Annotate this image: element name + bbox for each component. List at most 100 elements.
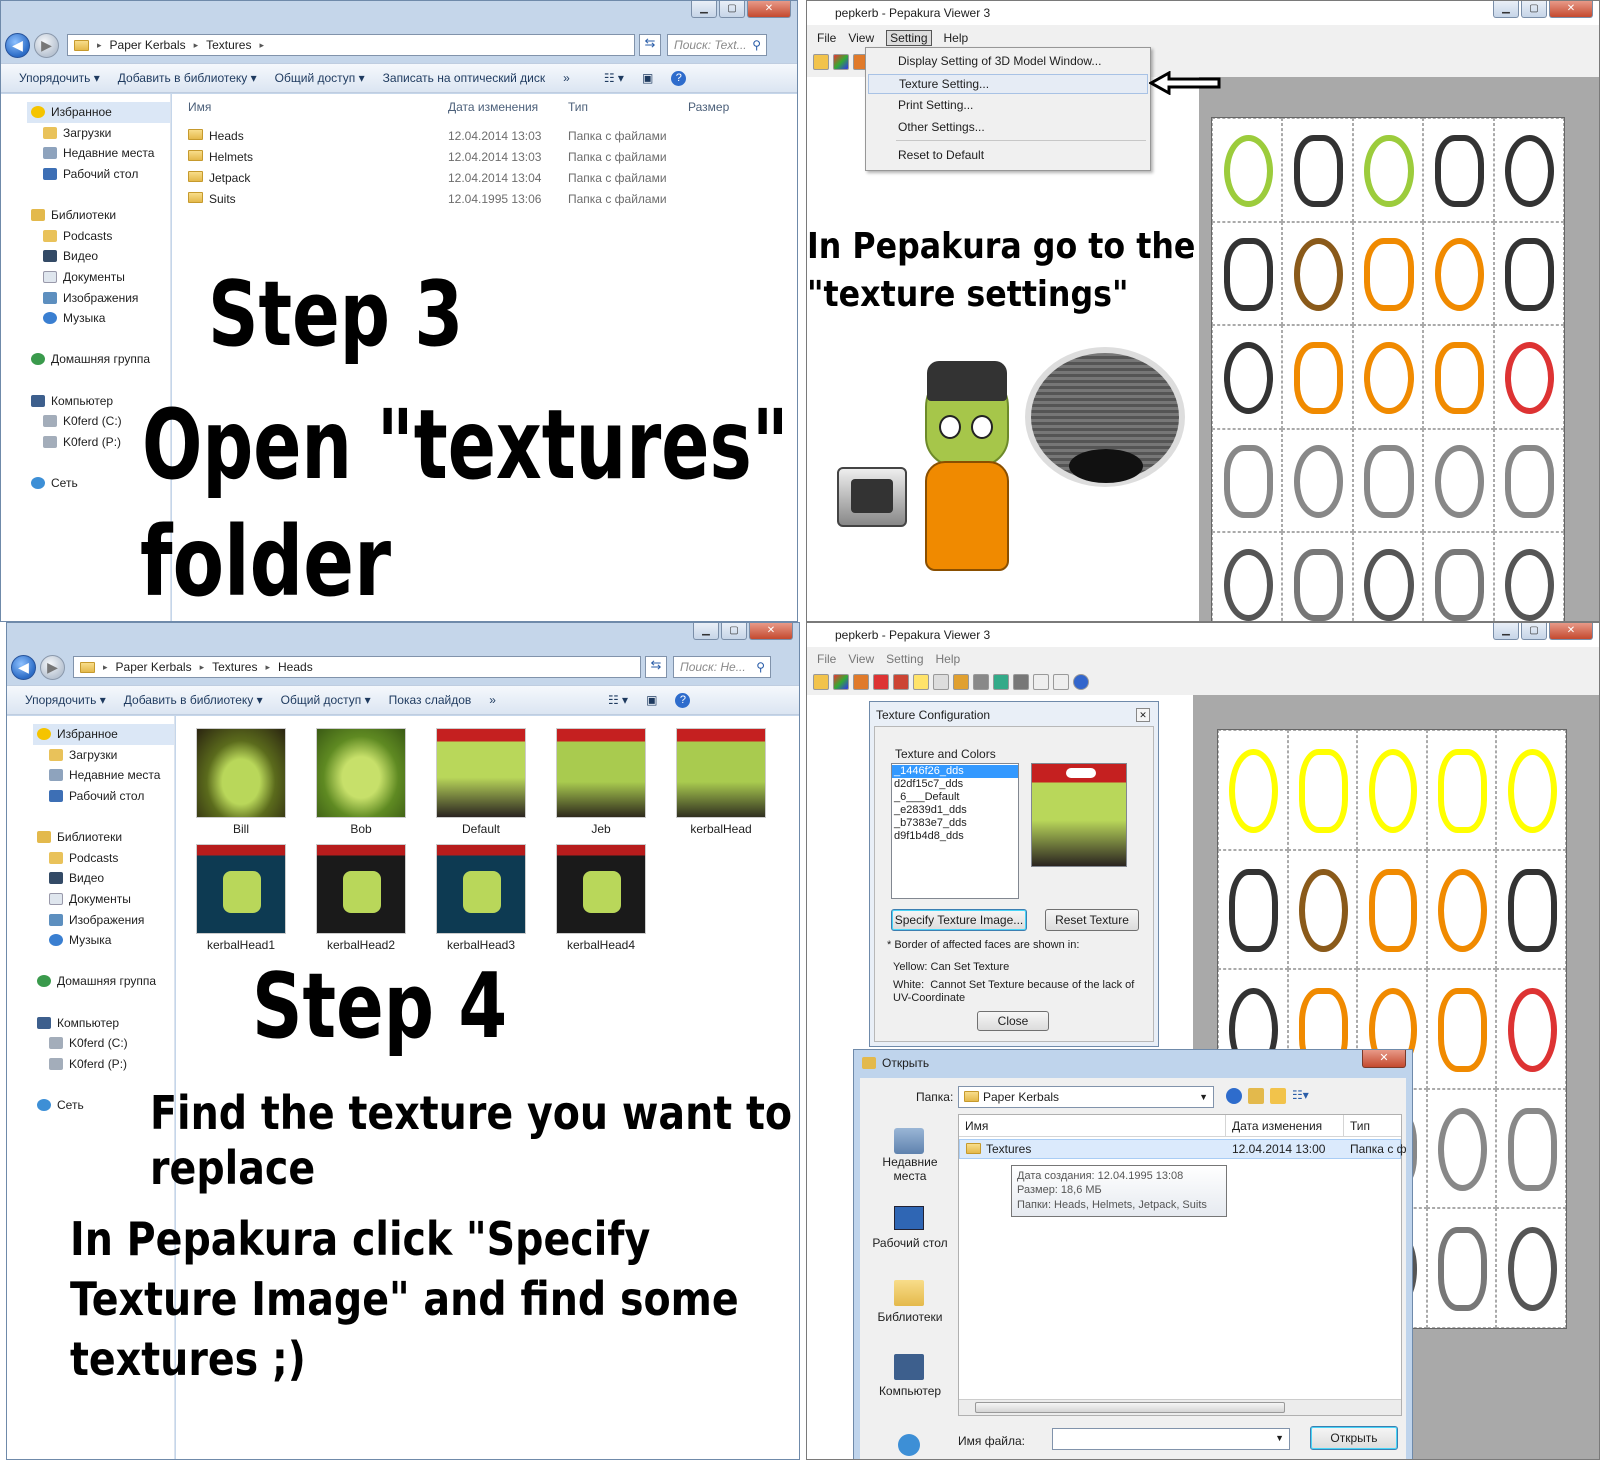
texture-thumbnail[interactable] [436, 728, 526, 818]
help-icon[interactable]: ? [675, 692, 691, 708]
network-icon[interactable] [898, 1434, 920, 1456]
place-desktop[interactable]: Рабочий стол [864, 1236, 956, 1250]
tool-icon[interactable] [853, 674, 869, 690]
texture-list-item[interactable]: d2df15c7_dds [892, 778, 1018, 791]
preview-pane-icon[interactable]: ▣ [646, 693, 657, 707]
menu-item-other-settings[interactable]: Other Settings... [898, 120, 985, 134]
menu-view[interactable]: View [848, 31, 874, 45]
minimize-button[interactable]: ▁ [1493, 1, 1519, 18]
add-to-library-button[interactable]: Добавить в библиотеку ▾ [124, 693, 263, 707]
nav-libraries[interactable]: Библиотеки [37, 827, 174, 848]
page-icon[interactable] [933, 674, 949, 690]
preview-pane-icon[interactable]: ▣ [642, 71, 653, 85]
nav-drive-p[interactable]: K0ferd (P:) [37, 1054, 174, 1075]
nav-libraries[interactable]: Библиотеки [31, 205, 170, 226]
close-button[interactable]: ✕ [1549, 1, 1593, 18]
menu-item-reset-default[interactable]: Reset to Default [898, 148, 984, 162]
computer-icon[interactable] [894, 1354, 924, 1380]
search-input[interactable]: Поиск: He... ⚲ [673, 656, 771, 678]
refresh-icon[interactable]: ⇆ [639, 34, 661, 56]
nav-video[interactable]: Видео [31, 246, 170, 267]
light-icon[interactable] [913, 674, 929, 690]
nav-recent[interactable]: Недавние места [31, 143, 170, 164]
menu-item-display-setting[interactable]: Display Setting of 3D Model Window... [898, 54, 1101, 68]
info-icon[interactable] [1073, 674, 1089, 690]
forward-button[interactable]: ▶ [34, 32, 59, 58]
new-folder-icon[interactable] [1270, 1088, 1286, 1104]
view-menu-icon[interactable]: ☷▾ [1292, 1088, 1318, 1104]
col-date[interactable]: Дата изменения [1225, 1115, 1328, 1136]
filename-input[interactable]: ▼ [1052, 1428, 1290, 1450]
texture-list-item[interactable]: d9f1b4d8_dds [892, 830, 1018, 843]
share-button[interactable]: Общий доступ ▾ [275, 71, 365, 85]
unfold-icon[interactable] [993, 674, 1009, 690]
minimize-button[interactable]: ▁ [693, 623, 719, 640]
address-bar[interactable]: ▸ Paper Kerbals ▸ Textures ▸ Heads [73, 656, 641, 678]
open-icon[interactable] [813, 674, 829, 690]
texture-thumbnail[interactable] [556, 844, 646, 934]
numbers-icon[interactable] [873, 674, 889, 690]
minimize-button[interactable]: ▁ [691, 1, 717, 18]
file-row[interactable]: Heads 12.04.2014 13:03 Папка с файлами [172, 126, 797, 146]
nav-music[interactable]: Музыка [37, 930, 174, 951]
view-options-icon[interactable]: ☷ ▾ [604, 71, 624, 85]
menu-file[interactable]: File [817, 31, 836, 45]
scrollbar-thumb[interactable] [975, 1402, 1285, 1413]
maximize-button[interactable]: ▢ [1521, 623, 1547, 640]
nav-documents[interactable]: Документы [37, 889, 174, 910]
back-button[interactable]: ◀ [11, 654, 36, 680]
search-input[interactable]: Поиск: Text... ⚲ [667, 34, 767, 56]
breadcrumb-paper-kerbals[interactable]: Paper Kerbals [116, 660, 192, 674]
recent-places-icon[interactable] [894, 1128, 924, 1154]
nav-favorites[interactable]: Избранное [27, 102, 170, 123]
texture-thumbnail[interactable] [196, 728, 286, 818]
breadcrumb-heads[interactable]: Heads [278, 660, 313, 674]
refresh-icon[interactable]: ⇆ [645, 656, 667, 678]
print-icon[interactable] [1013, 674, 1029, 690]
folder-select[interactable]: Paper Kerbals ▼ [958, 1086, 1214, 1108]
close-icon[interactable]: ✕ [1136, 708, 1150, 722]
desktop-icon[interactable] [894, 1206, 924, 1230]
menu-setting[interactable]: Setting [886, 30, 932, 46]
maximize-button[interactable]: ▢ [719, 1, 745, 18]
maximize-button[interactable]: ▢ [1521, 1, 1547, 18]
nav-desktop[interactable]: Рабочий стол [31, 164, 170, 185]
menu-file[interactable]: File [817, 652, 836, 666]
organize-button[interactable]: Упорядочить ▾ [19, 71, 100, 85]
close-button[interactable]: ✕ [749, 623, 793, 640]
more-button[interactable]: » [489, 693, 496, 707]
maximize-button[interactable]: ▢ [721, 623, 747, 640]
more-button[interactable]: » [563, 71, 570, 85]
horizontal-scrollbar[interactable] [959, 1399, 1401, 1415]
place-recent[interactable]: Недавние места [864, 1155, 956, 1184]
2d-pattern-area[interactable] [1199, 77, 1599, 621]
nav-podcasts[interactable]: Podcasts [31, 226, 170, 247]
nav-recent[interactable]: Недавние места [37, 765, 174, 786]
nav-documents[interactable]: Документы [31, 267, 170, 288]
specify-texture-image-button[interactable]: Specify Texture Image... [891, 909, 1027, 931]
menu-item-print-setting[interactable]: Print Setting... [898, 98, 973, 112]
libraries-icon[interactable] [894, 1280, 924, 1306]
organize-button[interactable]: Упорядочить ▾ [25, 693, 106, 707]
col-type[interactable]: Тип [568, 100, 588, 114]
nav-video[interactable]: Видео [37, 868, 174, 889]
menu-view[interactable]: View [848, 652, 874, 666]
file-row[interactable]: Suits 12.04.1995 13:06 Папка с файлами [172, 189, 797, 209]
forward-button[interactable]: ▶ [40, 654, 65, 680]
help-icon[interactable]: ? [671, 70, 687, 86]
breadcrumb-textures[interactable]: Textures [212, 660, 257, 674]
texture-list[interactable]: _1446f26_dds d2df15c7_dds _6___Default _… [891, 763, 1019, 899]
col-name[interactable]: Имя [188, 100, 211, 114]
file-row[interactable]: Jetpack 12.04.2014 13:04 Папка с файлами [172, 168, 797, 188]
close-button[interactable]: ✕ [747, 1, 791, 18]
nav-downloads[interactable]: Загрузки [31, 123, 170, 144]
cube-icon[interactable] [893, 674, 909, 690]
nav-podcasts[interactable]: Podcasts [37, 848, 174, 869]
texture-list-item-selected[interactable]: _1446f26_dds [892, 765, 1018, 778]
texture-thumbnail[interactable] [436, 844, 526, 934]
nav-homegroup[interactable]: Домашняя группа [37, 971, 174, 992]
nav-pictures[interactable]: Изображения [37, 909, 174, 930]
file-row[interactable]: Textures 12.04.2014 13:00 Папка с ф [959, 1139, 1407, 1159]
layout-icon[interactable] [1033, 674, 1049, 690]
nav-music[interactable]: Музыка [31, 308, 170, 329]
